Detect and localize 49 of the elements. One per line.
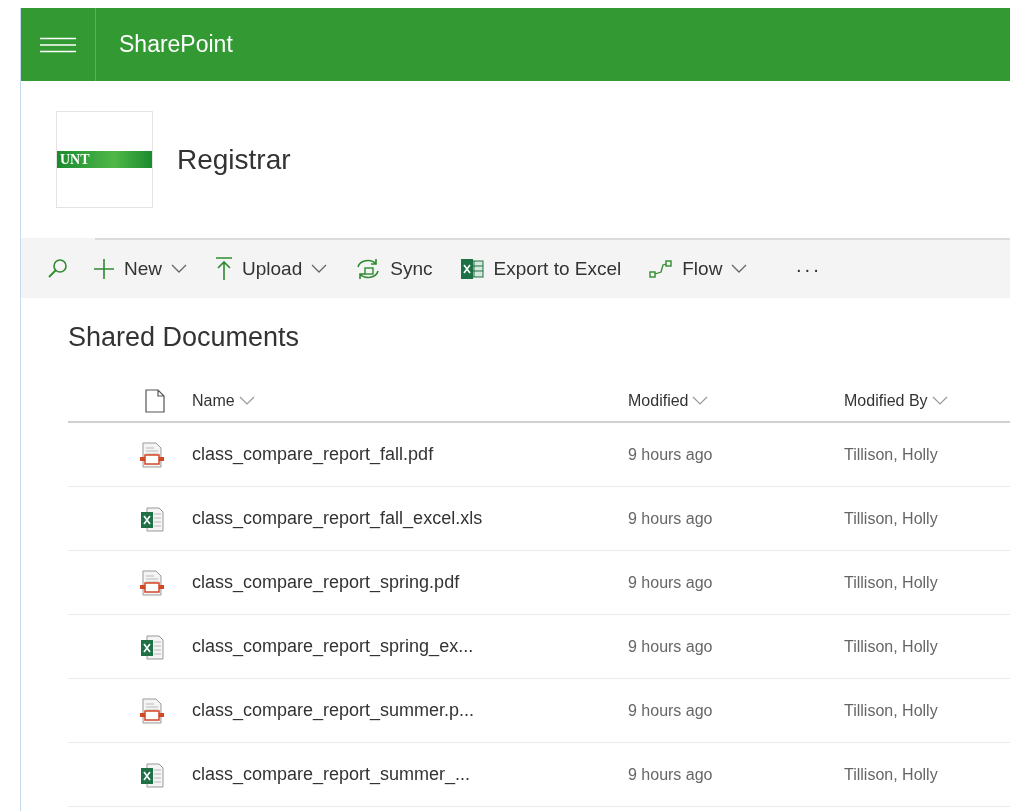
pdf-file-icon (139, 569, 165, 596)
file-name-link[interactable]: class_compare_report_fall.pdf (192, 444, 434, 464)
modified-by-cell: Tillison, Holly (844, 509, 938, 527)
sync-icon (355, 257, 382, 281)
modified-by-cell: Tillison, Holly (844, 637, 938, 655)
command-button[interactable]: Export to Excel (446, 249, 636, 289)
modified-by-cell: Tillison, Holly (844, 701, 938, 719)
modified-cell: 9 hours ago (628, 445, 713, 463)
file-name-link[interactable]: class_compare_report_spring_ex... (192, 636, 474, 656)
command-button[interactable]: Upload (201, 249, 342, 289)
command-button[interactable]: Sync (341, 249, 447, 289)
site-logo[interactable]: UNT (56, 111, 153, 208)
modified-cell: 9 hours ago (628, 509, 713, 527)
excel-file-icon (139, 761, 165, 788)
library-title: Shared Documents (68, 322, 301, 354)
pdf-file-icon (139, 441, 165, 468)
modified-by-cell: Tillison, Holly (844, 765, 938, 783)
file-name-link[interactable]: class_compare_report_summer.p... (192, 700, 475, 720)
site-title: Registrar (177, 143, 291, 176)
chevron-down-icon (931, 395, 948, 406)
excel-file-icon (139, 505, 165, 532)
modified-cell: 9 hours ago (628, 765, 713, 783)
file-type-icon[interactable] (145, 388, 165, 413)
plus-icon (93, 258, 115, 280)
command-button[interactable]: New (79, 249, 201, 289)
app-title[interactable]: SharePoint (119, 31, 233, 58)
modified-cell: 9 hours ago (628, 701, 713, 719)
modified-cell: 9 hours ago (628, 573, 713, 591)
chevron-down-icon (238, 395, 255, 406)
excel-icon (460, 258, 485, 280)
flow-icon (649, 259, 674, 279)
logo-text: UNT (60, 152, 90, 167)
file-name-link[interactable]: class_compare_report_spring.pdf (192, 572, 460, 592)
menu-icon (40, 36, 76, 53)
column-header[interactable]: Modified (628, 391, 709, 410)
upload-icon (215, 257, 233, 281)
file-name-link[interactable]: class_compare_report_fall_excel.xls (192, 508, 483, 528)
modified-cell: 9 hours ago (628, 637, 713, 655)
modified-by-cell: Tillison, Holly (844, 573, 938, 591)
command-button[interactable]: Flow (635, 249, 762, 289)
chevron-down-icon (692, 395, 709, 406)
pdf-file-icon (139, 697, 165, 724)
more-button[interactable]: ··· (781, 249, 836, 289)
modified-by-cell: Tillison, Holly (844, 445, 938, 463)
search-icon[interactable] (47, 258, 69, 280)
excel-file-icon (139, 633, 165, 660)
file-name-link[interactable]: class_compare_report_summer_... (192, 764, 471, 784)
column-header[interactable]: Name (192, 391, 255, 410)
column-header[interactable]: Modified By (844, 391, 948, 410)
